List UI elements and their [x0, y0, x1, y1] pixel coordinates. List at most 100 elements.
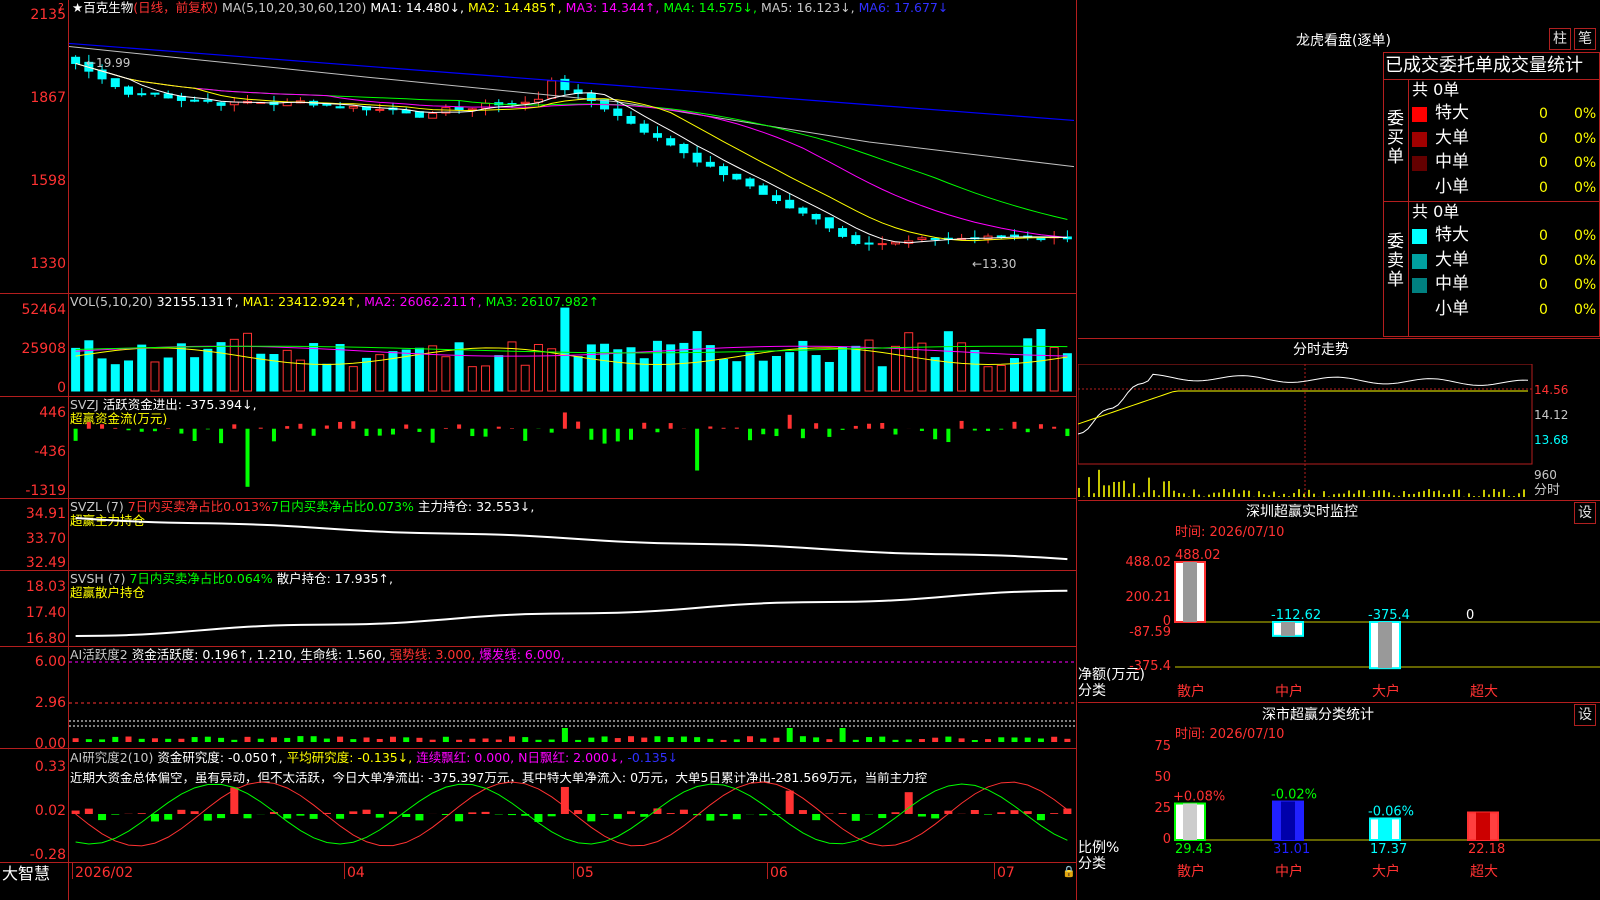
candle-body	[679, 143, 689, 154]
volume-bar	[507, 341, 517, 392]
candle-body	[692, 152, 702, 163]
fenshi-vol-bar	[1088, 477, 1090, 497]
research-bar	[336, 814, 345, 819]
candle-body	[811, 213, 821, 220]
volume-bar	[679, 342, 689, 392]
fenshi-vol-bar	[1178, 492, 1180, 497]
stock-name[interactable]: ★百克生物	[72, 0, 133, 15]
sz-monitor-chart[interactable]: 488.02 散户 -112.62 中户 -375.4 大户 0 超大	[1078, 540, 1600, 700]
research-bar	[309, 814, 318, 819]
bar-mode-button[interactable]: 柱	[1549, 28, 1571, 50]
research-chart[interactable]	[69, 750, 1076, 861]
sz-monitor-settings-button[interactable]: 设	[1574, 502, 1596, 524]
air-ytick: 0.33	[34, 759, 66, 775]
activity-bar	[1024, 737, 1031, 742]
high-price-mark: ←19.99	[86, 56, 131, 70]
main-holding-chart[interactable]	[69, 500, 1076, 569]
brand-label[interactable]: 大智慧	[2, 866, 50, 882]
volume-bar	[666, 344, 676, 392]
fenshi-vol-bar	[1418, 491, 1420, 497]
volume-chart[interactable]	[69, 300, 1076, 395]
period-label[interactable]: (日线，前复权)	[133, 0, 218, 15]
activity-bar	[310, 736, 317, 742]
research-bar	[798, 810, 807, 814]
fenshi-vol-bar	[1448, 493, 1450, 497]
activity-bar	[773, 737, 780, 742]
sz-class-chart[interactable]: +0.08% 29.43 散户 -0.02% 31.01 中户 -0.06% 17.37 大户 2…	[1078, 740, 1600, 900]
fenshi-vol-bar	[1118, 481, 1120, 497]
flow-bar	[721, 427, 726, 429]
flow-bar	[179, 428, 184, 434]
sell-side-divider	[1408, 201, 1409, 336]
svzl-ytick: 33.70	[25, 531, 66, 547]
svsh-ytick: 17.40	[25, 605, 66, 621]
volume-bar	[176, 343, 186, 392]
fenshi-vol-bar	[1413, 493, 1415, 497]
activity-bar	[323, 738, 330, 742]
fenshi-vol-bar	[1468, 493, 1470, 497]
research-bar	[468, 812, 477, 814]
flow-bar	[457, 424, 462, 429]
sell-side-label: 委 卖 单	[1387, 232, 1404, 290]
candle-body	[626, 115, 636, 124]
candle-body	[137, 93, 147, 96]
tick-mode-button[interactable]: 笔	[1574, 28, 1596, 50]
fenshi-vol-bar	[1248, 490, 1250, 497]
lhb-tabs[interactable]: 已成交委托单成交量统计	[1385, 57, 1583, 75]
sz-monitor-title: 深圳超赢实时监控	[1246, 504, 1358, 520]
flow-bar	[73, 428, 78, 441]
color-swatch	[1412, 278, 1427, 293]
volume-bar	[295, 359, 305, 392]
sz-class-settings-button[interactable]: 设	[1574, 704, 1596, 726]
volume-bar	[269, 354, 279, 392]
left-chart-area[interactable]: ? 2135 1867 1598 1330 ★百克生物(日线，前复权) MA(5…	[0, 0, 1077, 900]
activity-chart[interactable]	[69, 648, 1076, 747]
activity-bar	[389, 736, 396, 742]
flow-bar	[642, 422, 647, 429]
monitor-category-label: 大户	[1372, 683, 1400, 700]
class-delta-label: -0.02%	[1271, 788, 1317, 803]
volume-bar	[547, 348, 557, 392]
activity-bar	[958, 738, 965, 742]
class-category-label: 中户	[1275, 863, 1303, 880]
order-size-label: 小单	[1435, 176, 1469, 197]
volume-bar	[137, 344, 147, 392]
volume-bar	[190, 357, 200, 392]
order-count: 0	[1539, 252, 1548, 269]
order-count: 0	[1539, 130, 1548, 147]
candle-body	[930, 237, 940, 240]
flow-bar	[615, 428, 620, 442]
flow-bar	[483, 428, 488, 437]
fund-flow-chart[interactable]	[69, 400, 1076, 496]
order-percent: 0%	[1574, 277, 1597, 293]
activity-bar	[495, 739, 502, 742]
candle-body	[666, 138, 676, 146]
flow-bar	[972, 428, 977, 431]
flow-bar	[285, 426, 290, 429]
intraday-chart[interactable]	[1078, 364, 1600, 499]
lock-icon[interactable]: 🔒	[1062, 866, 1076, 877]
class-delta-label: -0.06%	[1368, 804, 1414, 819]
activity-bar	[786, 728, 793, 742]
fenshi-vol-bar	[1488, 494, 1490, 497]
activity-bar	[165, 738, 172, 742]
retail-holding-chart[interactable]	[69, 572, 1076, 645]
flow-bar	[417, 428, 422, 432]
activity-bar	[985, 739, 992, 742]
ma3-line	[75, 62, 1068, 238]
main-holding-line	[75, 517, 1068, 561]
volume-bar	[216, 342, 226, 392]
research-bar	[190, 811, 199, 814]
flow-bar	[364, 428, 369, 436]
flow-bar	[470, 428, 475, 437]
volume-bar	[851, 345, 861, 392]
research-bar	[970, 810, 979, 814]
flow-bar	[271, 428, 276, 442]
order-percent: 0%	[1574, 179, 1597, 196]
fenshi-title: 分时走势	[1293, 342, 1349, 358]
vol-ytick: 25908	[21, 341, 66, 357]
research-bar	[98, 814, 107, 821]
flow-bar	[800, 428, 805, 439]
volume-bar	[771, 355, 781, 392]
candlestick-chart[interactable]	[69, 16, 1076, 292]
